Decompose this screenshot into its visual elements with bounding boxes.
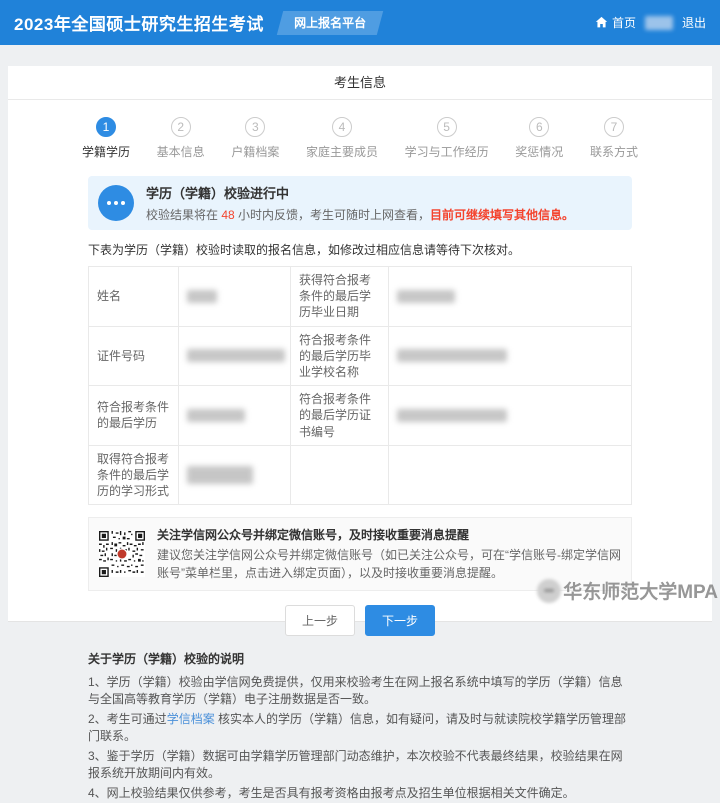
wechat-box-title: 关注学信网公众号并绑定微信账号，及时接收重要消息提醒: [157, 528, 470, 543]
step-huji-dangan[interactable]: 3 户籍档案: [231, 117, 279, 160]
table-row: 符合报考条件的最后学历 符合报考条件的最后学历证书编号: [88, 385, 632, 446]
step-jiben-xinxi[interactable]: 2 基本信息: [157, 117, 205, 160]
note-item-3: 3、鉴于学历（学籍）数据可由学籍学历管理部门动态维护，本次校验不代表最终结果，校…: [88, 749, 623, 781]
redacted-value: [397, 289, 455, 303]
username-redacted: [644, 15, 673, 30]
step-label: 奖惩情况: [515, 145, 564, 159]
step-label: 户籍档案: [231, 145, 280, 159]
note-item-1: 1、学历（学籍）校验由学信网免费提供，仅用来校验考生在网上报名系统中填写的学历（…: [88, 675, 623, 707]
field-label: 获得符合报考条件的最后学历毕业日期: [290, 266, 389, 327]
step-number: 1: [96, 117, 116, 137]
banner-description: 校验结果将在 48 小时内反馈，考生可随时上网查看，目前可继续填写其他信息。: [146, 208, 575, 222]
step-label: 联系方式: [589, 145, 638, 159]
platform-badge-label: 网上报名平台: [293, 15, 366, 30]
wizard-buttons: 上一步 下一步: [88, 605, 632, 637]
step-number: 2: [170, 117, 191, 137]
banner-highlight: 目前可继续填写其他信息。: [430, 208, 575, 222]
step-label: 基本信息: [156, 145, 205, 159]
field-label: [290, 444, 389, 506]
logout-link[interactable]: 退出: [682, 14, 706, 31]
field-label: 符合报考条件的最后学历: [88, 385, 179, 446]
verification-status-banner: 学历（学籍）校验进行中 校验结果将在 48 小时内反馈，考生可随时上网查看，目前…: [88, 176, 632, 230]
page-title: 考生信息: [8, 66, 712, 100]
table-row: 取得符合报考条件的最后学历的学习形式: [88, 444, 632, 506]
redacted-value: [397, 349, 507, 363]
step-jiating-chengyuan[interactable]: 4 家庭主要成员: [306, 117, 378, 160]
step-number: 3: [245, 117, 266, 137]
field-value: [388, 444, 632, 506]
step-number: 7: [603, 117, 624, 137]
note-item-4: 4、网上校验结果仅供参考，考生是否具有报考资格由报考点及招生单位根据相关文件确定…: [88, 786, 575, 801]
note-item-2: 2、考生可通过学信档案 核实本人的学历（学籍）信息，如有疑问，请及时与就读院校学…: [88, 712, 627, 744]
field-label: 符合报考条件的最后学历证书编号: [290, 385, 389, 446]
field-label: 证件号码: [88, 325, 179, 387]
field-value: [178, 266, 291, 327]
field-value: [388, 325, 632, 387]
field-label: 姓名: [88, 266, 179, 327]
table-row: 证件号码 符合报考条件的最后学历毕业学校名称: [88, 325, 632, 387]
redacted-value: [187, 349, 285, 363]
xuexin-archive-link[interactable]: 学信档案: [167, 712, 215, 726]
table-row: 姓名 获得符合报考条件的最后学历毕业日期: [88, 266, 632, 327]
step-number: 4: [331, 117, 352, 137]
platform-badge: 网上报名平台: [276, 10, 384, 35]
step-jiangcheng[interactable]: 6 奖惩情况: [515, 117, 563, 160]
field-value: [178, 385, 291, 446]
previous-step-button[interactable]: 上一步: [284, 605, 355, 637]
field-value: [388, 385, 632, 446]
hours-value: 48: [221, 208, 235, 222]
step-label: 学籍学历: [82, 145, 131, 159]
home-icon: [595, 16, 608, 28]
banner-title: 学历（学籍）校验进行中: [146, 186, 290, 201]
table-intro-text: 下表为学历（学籍）校验时读取的报名信息，如修改过相应信息请等待下次核对。: [88, 243, 521, 257]
redacted-value: [397, 408, 507, 422]
ellipsis-status-icon: [98, 185, 134, 221]
wechat-binding-box: 关注学信网公众号并绑定微信账号，及时接收重要消息提醒 建议您关注学信网公众号并绑…: [88, 517, 632, 592]
main-card: 考生信息 1 学籍学历 2 基本信息 3 户籍档案 4 家庭主要成员 5 学习与…: [8, 66, 712, 800]
qr-code: [99, 531, 145, 578]
step-number: 6: [529, 117, 550, 137]
field-value: [178, 325, 291, 387]
step-xueji-xueli[interactable]: 1 学籍学历: [82, 117, 130, 160]
field-value: [178, 444, 291, 506]
app-title: 2023年全国硕士研究生招生考试: [14, 15, 264, 34]
step-label: 家庭主要成员: [305, 145, 378, 159]
step-number: 5: [436, 117, 457, 137]
redacted-value: [187, 408, 245, 422]
verification-notes: 关于学历（学籍）校验的说明 1、学历（学籍）校验由学信网免费提供，仅用来校验考生…: [88, 651, 632, 802]
next-step-button[interactable]: 下一步: [365, 605, 436, 637]
redacted-value: [187, 465, 253, 484]
field-label: 符合报考条件的最后学历毕业学校名称: [290, 325, 389, 387]
wechat-box-body: 建议您关注学信网公众号并绑定微信账号（如已关注公众号，可在“学信账号-绑定学信网…: [157, 548, 621, 581]
notes-title: 关于学历（学籍）校验的说明: [88, 652, 245, 667]
step-lianxi-fangshi[interactable]: 7 联系方式: [590, 117, 638, 160]
field-value: [388, 266, 632, 327]
step-label: 学习与工作经历: [404, 145, 489, 159]
step-wizard: 1 学籍学历 2 基本信息 3 户籍档案 4 家庭主要成员 5 学习与工作经历 …: [82, 117, 638, 160]
home-link[interactable]: 首页: [595, 14, 636, 31]
field-label: 取得符合报考条件的最后学历的学习形式: [88, 444, 179, 506]
verification-info-table: 姓名 获得符合报考条件的最后学历毕业日期 证件号码 符合报考条件的最后学历毕业学…: [88, 266, 632, 506]
redacted-value: [187, 289, 217, 303]
step-xuexi-gongzuo[interactable]: 5 学习与工作经历: [405, 117, 489, 160]
home-label: 首页: [611, 16, 636, 30]
top-bar: 2023年全国硕士研究生招生考试 网上报名平台 首页 退出: [0, 0, 720, 45]
